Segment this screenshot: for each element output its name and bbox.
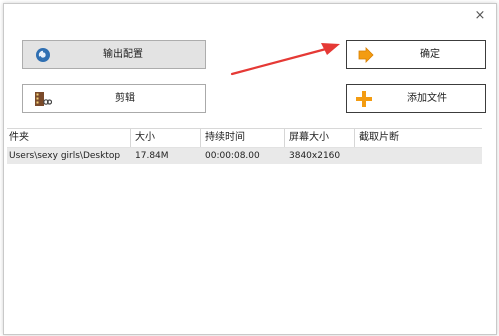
- cell-path: Users\sexy girls\Desktop: [9, 151, 121, 161]
- file-table: 件夹 大小 持续时间 屏幕大小 截取片断 Users\sexy girls\De…: [7, 128, 482, 334]
- table-header: 件夹 大小 持续时间 屏幕大小 截取片断: [7, 129, 482, 148]
- ok-label: 确定: [420, 49, 440, 60]
- output-config-label: 输出配置: [103, 49, 143, 60]
- output-config-button[interactable]: 输出配置: [22, 40, 206, 69]
- cell-resolution: 3840x2160: [289, 151, 341, 161]
- close-icon[interactable]: ×: [473, 9, 487, 23]
- film-cut-icon: [34, 91, 53, 110]
- ok-button[interactable]: 确定: [346, 40, 486, 69]
- column-header-duration[interactable]: 持续时间: [201, 129, 285, 147]
- cell-clip: [355, 148, 482, 164]
- column-header-size[interactable]: 大小: [131, 129, 201, 147]
- add-file-label: 添加文件: [407, 93, 447, 104]
- cut-button[interactable]: 剪辑: [22, 84, 206, 113]
- add-file-button[interactable]: 添加文件: [346, 84, 486, 113]
- plus-icon: [355, 90, 373, 111]
- cell-size: 17.84M: [135, 151, 169, 161]
- cell-duration: 00:00:08.00: [205, 151, 260, 161]
- table-row[interactable]: Users\sexy girls\Desktop 17.84M 00:00:08…: [7, 148, 482, 164]
- arrow-right-icon: [357, 47, 375, 66]
- column-header-resolution[interactable]: 屏幕大小: [285, 129, 355, 147]
- cut-label: 剪辑: [115, 93, 135, 104]
- dialog-window: × 输出配置 剪辑 确定 添加文件 件夹 大小 持续时间 屏幕大小 截取片断 U…: [3, 3, 497, 335]
- column-header-clip[interactable]: 截取片断: [355, 129, 482, 147]
- column-header-folder[interactable]: 件夹: [5, 129, 131, 147]
- settings-disc-icon: [35, 47, 51, 66]
